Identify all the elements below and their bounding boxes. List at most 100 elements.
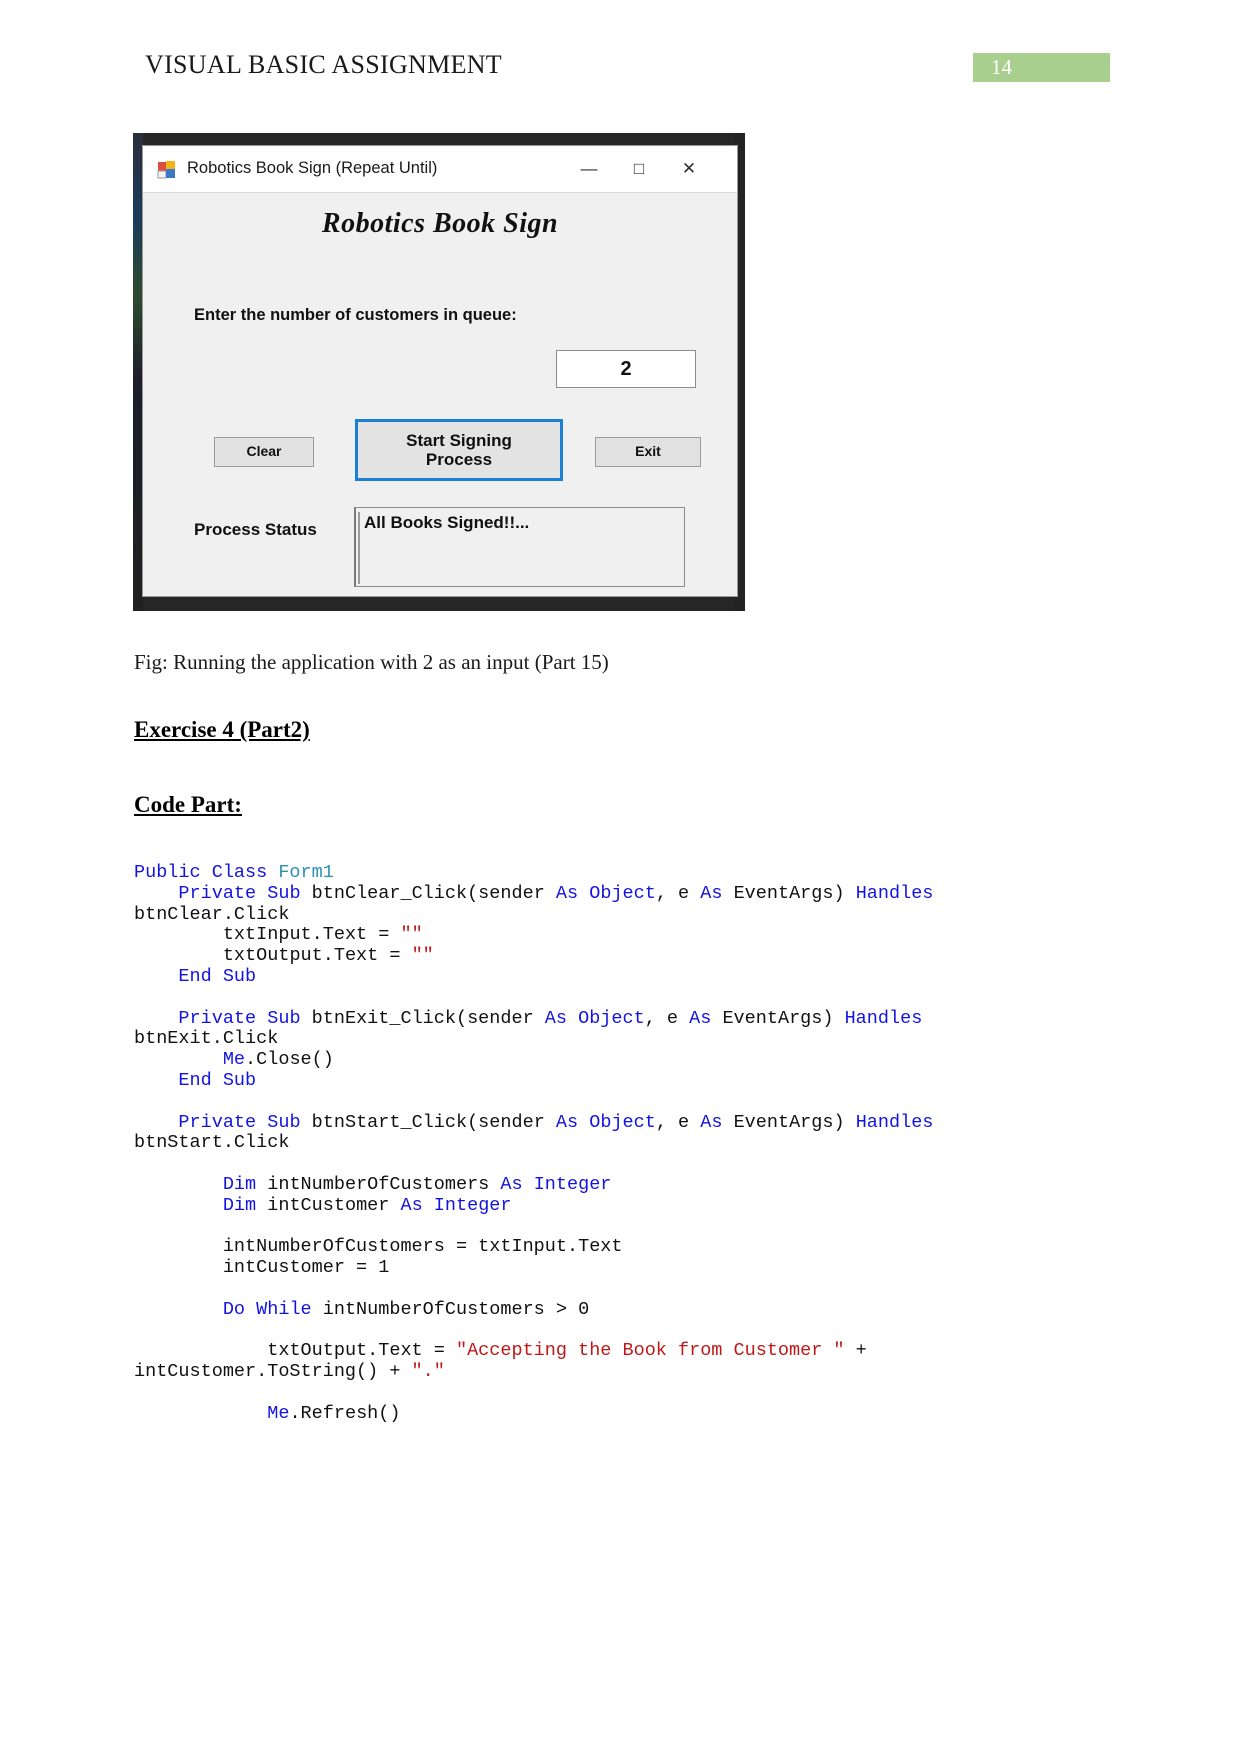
code-token: intNumberOfCustomers = txtInput.Text xyxy=(134,1236,623,1258)
code-token: txtOutput.Text = xyxy=(134,945,412,967)
code-token: Me xyxy=(222,1049,246,1071)
code-token: txtInput.Text = xyxy=(134,924,401,946)
start-signing-process-button[interactable]: Start Signing Process xyxy=(355,419,563,481)
code-token: intCustomer.ToString() + xyxy=(134,1361,412,1383)
vb-form-icon xyxy=(157,160,176,179)
code-token: "Accepting the Book from Customer " xyxy=(455,1340,845,1362)
page-title: VISUAL BASIC ASSIGNMENT xyxy=(145,50,502,79)
code-token: Private Sub xyxy=(178,1111,312,1133)
code-token: btnStart_Click(sender xyxy=(311,1111,556,1133)
vb-code-block: Public Class Form1 Private Sub btnClear_… xyxy=(134,862,1134,1425)
code-token: EventArgs) xyxy=(722,1007,845,1029)
code-token: Public Class xyxy=(134,862,279,883)
code-line: btnStart.Click xyxy=(134,1132,1134,1154)
code-token: "" xyxy=(400,924,423,946)
code-token: Do While xyxy=(222,1298,323,1320)
window-title-bar: Robotics Book Sign (Repeat Until) — □ ✕ xyxy=(143,146,737,193)
code-token: .Close() xyxy=(245,1049,334,1071)
code-token: Handles xyxy=(855,1111,934,1133)
code-token: , e xyxy=(655,882,701,904)
close-icon: ✕ xyxy=(681,159,697,178)
code-token: intNumberOfCustomers > 0 xyxy=(322,1298,590,1320)
code-token: .Refresh() xyxy=(289,1402,401,1424)
output-caret xyxy=(358,512,360,584)
customers-input[interactable]: 2 xyxy=(556,350,696,388)
page-header: VISUAL BASIC ASSIGNMENT 14 xyxy=(0,0,1241,110)
code-line: Dim intNumberOfCustomers As Integer xyxy=(134,1173,1134,1196)
code-token: txtOutput.Text = xyxy=(134,1340,456,1362)
code-token: Dim xyxy=(222,1194,268,1216)
code-line: Me.Refresh() xyxy=(134,1402,1134,1425)
code-token: "" xyxy=(411,945,434,967)
code-token: btnClear.Click xyxy=(134,903,290,925)
code-token: Private Sub xyxy=(178,1007,312,1029)
code-token: Form1 xyxy=(278,862,334,883)
code-token: As xyxy=(689,1007,723,1029)
window-maximize-button[interactable]: □ xyxy=(615,146,663,192)
prompt-label: Enter the number of customers in queue: xyxy=(194,306,517,324)
code-token: As Object xyxy=(555,1111,656,1133)
maximize-icon: □ xyxy=(633,159,645,178)
code-token: As xyxy=(700,1111,734,1133)
code-token: intNumberOfCustomers xyxy=(267,1173,501,1195)
figure-screenshot: Robotics Book Sign (Repeat Until) — □ ✕ … xyxy=(133,133,745,611)
code-token: btnClear_Click(sender xyxy=(311,882,556,904)
code-line: btnClear.Click xyxy=(134,903,1134,926)
document-page: VISUAL BASIC ASSIGNMENT 14 Robotics Book… xyxy=(0,0,1241,1754)
code-token: As Object xyxy=(555,882,656,904)
start-button-label-line1: Start Signing xyxy=(406,430,512,450)
code-line: Public Class Form1 xyxy=(134,862,1134,884)
process-status-output[interactable]: All Books Signed!!... xyxy=(354,507,685,587)
code-line: txtOutput.Text = "" xyxy=(134,945,1134,967)
code-token: "." xyxy=(411,1361,445,1383)
code-token: Handles xyxy=(855,882,934,904)
code-token: btnExit_Click(sender xyxy=(311,1007,545,1029)
code-line: End Sub xyxy=(134,965,1134,988)
page-number-badge: 14 xyxy=(973,53,1110,82)
minimize-icon: — xyxy=(580,159,598,178)
code-line: Me.Close() xyxy=(134,1049,1134,1071)
code-token: intCustomer xyxy=(267,1194,401,1216)
clear-button[interactable]: Clear xyxy=(214,437,314,467)
code-token: btnExit.Click xyxy=(134,1028,279,1050)
code-token: Dim xyxy=(222,1173,268,1195)
window-minimize-button[interactable]: — xyxy=(565,146,613,192)
code-token: intCustomer = 1 xyxy=(134,1257,390,1279)
code-token: , e xyxy=(655,1111,701,1133)
process-status-text: All Books Signed!!... xyxy=(364,513,530,532)
code-token: btnStart.Click xyxy=(134,1132,290,1154)
vb-form-window: Robotics Book Sign (Repeat Until) — □ ✕ … xyxy=(142,145,738,597)
code-token: , e xyxy=(644,1007,690,1029)
window-close-button[interactable]: ✕ xyxy=(665,146,713,192)
code-token: End Sub xyxy=(178,965,257,987)
code-line: txtInput.Text = "" xyxy=(134,924,1134,946)
exit-button[interactable]: Exit xyxy=(595,437,701,467)
code-line: Private Sub btnClear_Click(sender As Obj… xyxy=(134,882,1134,905)
code-token: As Integer xyxy=(500,1173,612,1195)
code-line: btnExit.Click xyxy=(134,1028,1134,1050)
code-token: As Integer xyxy=(400,1194,512,1216)
code-line: intNumberOfCustomers = txtInput.Text xyxy=(134,1236,1134,1258)
code-token: EventArgs) xyxy=(733,882,856,904)
code-token: Me xyxy=(267,1402,290,1424)
code-token: As xyxy=(700,882,734,904)
code-line: Private Sub btnExit_Click(sender As Obje… xyxy=(134,1007,1134,1030)
code-token: As Object xyxy=(544,1007,645,1029)
code-token: EventArgs) xyxy=(733,1111,856,1133)
process-status-label: Process Status xyxy=(194,520,317,539)
